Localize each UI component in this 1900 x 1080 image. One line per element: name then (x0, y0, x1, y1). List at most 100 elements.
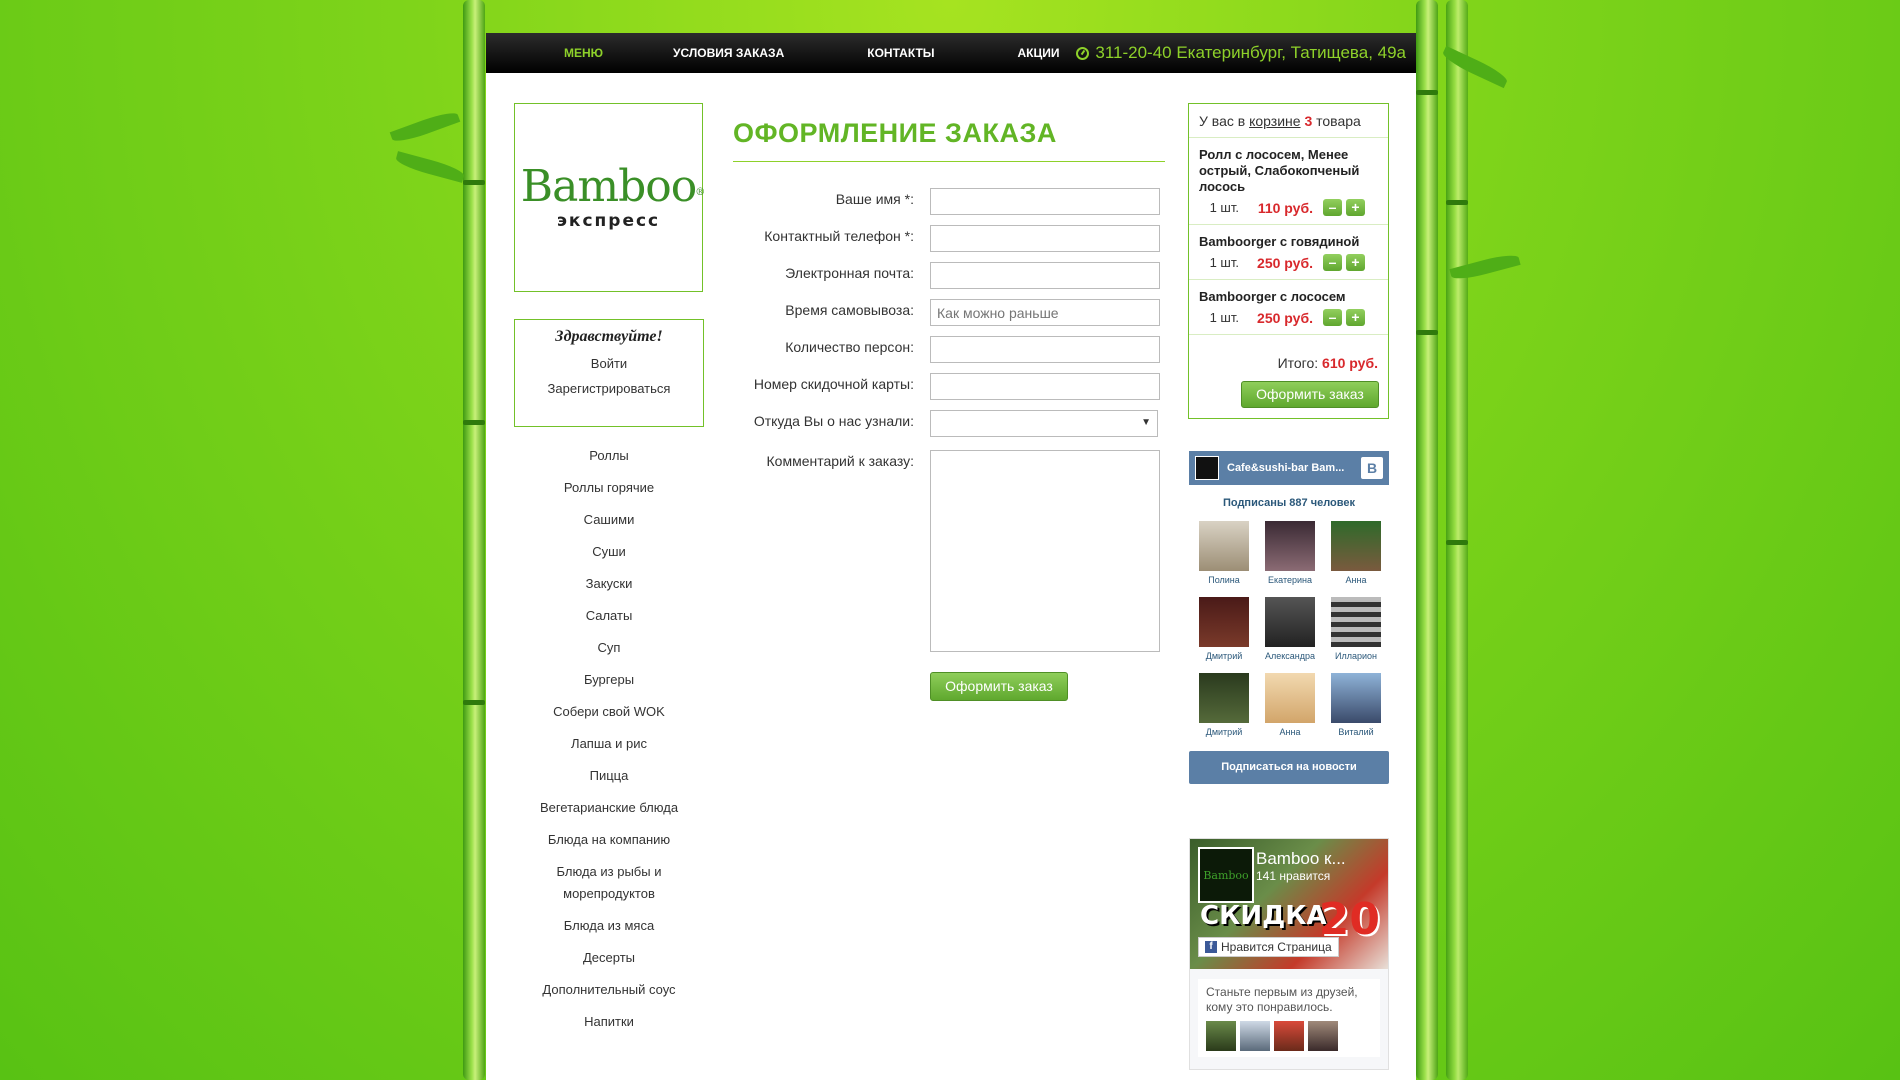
discount-card-field[interactable] (930, 373, 1160, 400)
checkout-button[interactable]: Оформить заказ (1241, 381, 1379, 408)
cart-item-name: Ролл с лососем, Менее острый, Слабокопче… (1199, 147, 1360, 194)
menu-item[interactable]: Суши (514, 536, 704, 568)
menu-item[interactable]: Закуски (514, 568, 704, 600)
menu-item[interactable]: Сашими (514, 504, 704, 536)
pickup-time-field[interactable] (930, 299, 1160, 326)
nav-contacts[interactable]: КОНТАКТЫ (867, 46, 934, 60)
plus-button[interactable]: + (1346, 309, 1365, 326)
pickup-time-label: Время самовывоза: (785, 302, 914, 318)
cart-item: Ролл с лососем, Менее острый, Слабокопче… (1189, 138, 1388, 225)
menu-item[interactable]: Собери свой WOK (514, 696, 704, 728)
nav-order-terms[interactable]: УСЛОВИЯ ЗАКАЗА (673, 46, 784, 60)
minus-button[interactable]: – (1323, 199, 1342, 216)
vk-member[interactable]: Дмитрий (1191, 673, 1257, 737)
login-link[interactable]: Войти (515, 356, 703, 371)
fb-likes-count: 141 нравится (1256, 869, 1331, 883)
fb-promo-text: СКИДКА (1200, 901, 1327, 931)
menu-item[interactable]: Суп (514, 632, 704, 664)
vk-member[interactable]: Виталий (1323, 673, 1389, 737)
avatar (1265, 521, 1315, 571)
menu-item[interactable]: Бургеры (514, 664, 704, 696)
menu-item[interactable]: Салаты (514, 600, 704, 632)
source-select[interactable]: ▼ (930, 410, 1158, 437)
vk-logo-icon: В (1361, 457, 1383, 479)
cart-widget: У вас в корзине 3 товара Ролл с лососем,… (1188, 103, 1389, 419)
phone-field[interactable] (930, 225, 1160, 252)
cart-item-name: Bamboorger с говядиной (1199, 234, 1360, 249)
avatar[interactable] (1240, 1021, 1270, 1051)
avatar (1265, 673, 1315, 723)
plus-button[interactable]: + (1346, 199, 1365, 216)
vk-member[interactable]: Дмитрий (1191, 597, 1257, 661)
vk-header[interactable]: Cafe&sushi-bar Bam... В (1189, 451, 1389, 485)
logo-subtitle: экспресс (556, 210, 661, 231)
cart-item-qty: 1 шт. (1209, 255, 1239, 270)
email-field[interactable] (930, 262, 1160, 289)
comment-field[interactable] (930, 450, 1160, 652)
menu-item[interactable]: Роллы (514, 440, 704, 472)
register-link[interactable]: Зарегистрироваться (515, 381, 703, 396)
vk-subscribe-button[interactable]: Подписаться на новости (1189, 751, 1389, 784)
avatar (1199, 521, 1249, 571)
minus-button[interactable]: – (1323, 309, 1342, 326)
plus-button[interactable]: + (1346, 254, 1365, 271)
menu-item[interactable]: Блюда на компанию (514, 824, 704, 856)
fb-cover[interactable]: Bamboo Bamboo к... 141 нравится СКИДКА 2… (1190, 839, 1388, 969)
avatar (1331, 521, 1381, 571)
avatar[interactable] (1274, 1021, 1304, 1051)
cart-item-price: 250 руб. (1257, 254, 1313, 271)
avatar[interactable] (1206, 1021, 1236, 1051)
vk-member[interactable]: Анна (1257, 673, 1323, 737)
nav-promotions[interactable]: АКЦИИ (1018, 46, 1060, 60)
persons-field[interactable] (930, 336, 1160, 363)
vk-member[interactable]: Александра (1257, 597, 1323, 661)
discount-card-label: Номер скидочной карты: (753, 376, 914, 392)
order-form: ОФОРМЛЕНИЕ ЗАКАЗА Ваше имя *: Контактный… (733, 118, 1165, 701)
vk-group-title: Cafe&sushi-bar Bam... (1227, 462, 1345, 474)
fb-page-name[interactable]: Bamboo к... (1256, 849, 1346, 869)
fb-first-friends-text: Станьте первым из друзей, кому это понра… (1206, 985, 1358, 1014)
vk-member[interactable]: Екатерина (1257, 521, 1323, 585)
nav-menu[interactable]: МЕНЮ (564, 46, 603, 60)
avatar[interactable] (1308, 1021, 1338, 1051)
clock-icon (1076, 46, 1090, 60)
category-menu: Роллы Роллы горячие Сашими Суши Закуски … (514, 440, 704, 1038)
bamboo-right-decor (1416, 0, 1476, 1080)
menu-item[interactable]: Вегетарианские блюда (514, 792, 704, 824)
cart-item: Bamboorger с говядиной 1 шт. 250 руб. – … (1189, 225, 1388, 280)
menu-item[interactable]: Лапша и рис (514, 728, 704, 760)
contact-phone: 311-20-40 Екатеринбург, Татищева, 49а (1076, 43, 1406, 63)
vk-member[interactable]: Илларион (1323, 597, 1389, 661)
cart-total: Итого: 610 руб. (1277, 355, 1378, 371)
avatar (1199, 597, 1249, 647)
menu-item[interactable]: Пицца (514, 760, 704, 792)
vk-members-grid: Полина Екатерина Анна Дмитрий Александра… (1189, 521, 1389, 737)
name-field[interactable] (930, 188, 1160, 215)
vk-subscribers-count[interactable]: Подписаны 887 человек (1189, 497, 1389, 509)
fb-like-page-button[interactable]: f Нравится Страница (1198, 937, 1339, 957)
cart-item-price: 250 руб. (1257, 309, 1313, 326)
menu-item[interactable]: Роллы горячие (514, 472, 704, 504)
vk-member[interactable]: Анна (1323, 521, 1389, 585)
cart-item-name: Bamboorger с лососем (1199, 289, 1346, 304)
cart-link[interactable]: корзине (1249, 113, 1300, 129)
greeting: Здравствуйте! (555, 328, 663, 345)
persons-label: Количество персон: (785, 339, 914, 355)
menu-item[interactable]: Блюда из рыбы и морепродуктов (549, 856, 669, 910)
menu-item[interactable]: Десерты (514, 942, 704, 974)
facebook-icon: f (1205, 941, 1217, 953)
vk-member[interactable]: Полина (1191, 521, 1257, 585)
welcome-box: Здравствуйте! Войти Зарегистрироваться (514, 319, 704, 427)
source-label: Откуда Вы о нас узнали: (753, 413, 914, 429)
logo[interactable]: Bamboo ® экспресс (514, 103, 705, 292)
submit-order-button[interactable]: Оформить заказ (930, 672, 1068, 701)
minus-button[interactable]: – (1323, 254, 1342, 271)
avatar (1199, 673, 1249, 723)
phone-label: Контактный телефон *: (764, 228, 914, 244)
avatar (1265, 597, 1315, 647)
email-label: Электронная почта: (785, 265, 914, 281)
menu-item[interactable]: Напитки (514, 1006, 704, 1038)
menu-item[interactable]: Дополнительный соус (514, 974, 704, 1006)
menu-item[interactable]: Блюда из мяса (514, 910, 704, 942)
cart-total-value: 610 руб. (1322, 355, 1378, 371)
